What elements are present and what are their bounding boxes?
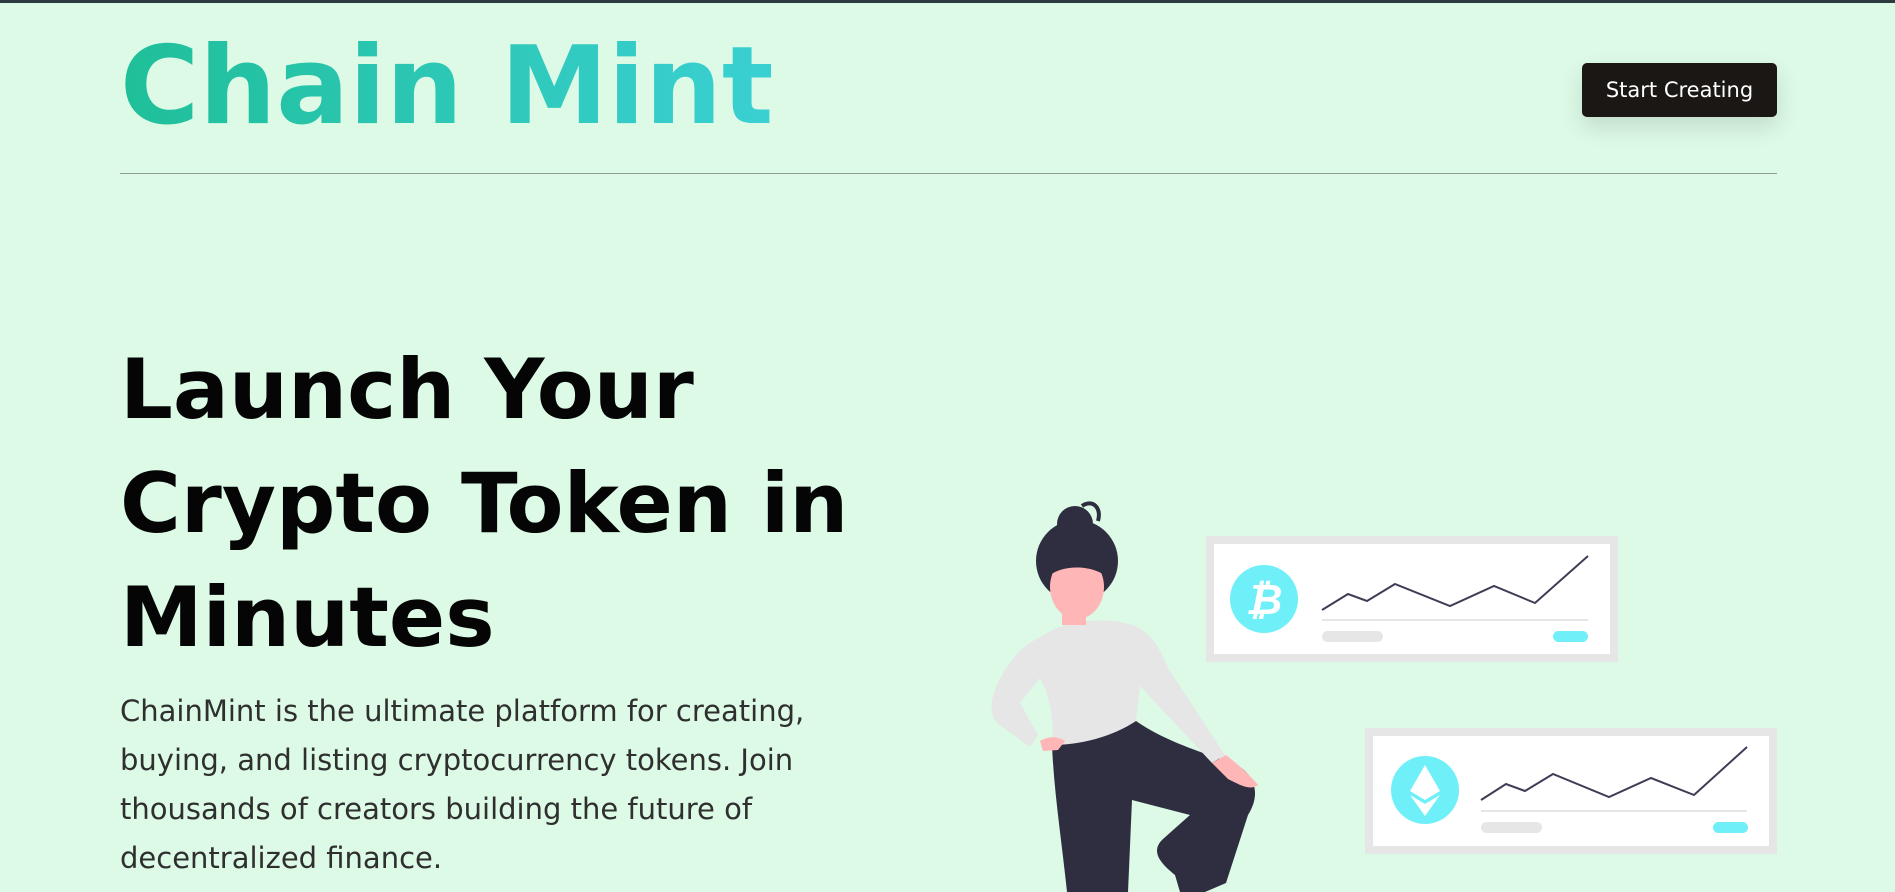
svg-text:₿: ₿ bbox=[1246, 575, 1283, 624]
bitcoin-label-placeholder bbox=[1322, 631, 1383, 642]
ethereum-chart-card bbox=[1365, 728, 1777, 854]
ethereum-label-placeholder bbox=[1481, 822, 1542, 833]
hero-illustration: ₿ bbox=[991, 501, 1777, 892]
ethereum-icon bbox=[1391, 756, 1459, 824]
bitcoin-icon: ₿ bbox=[1230, 565, 1298, 633]
ethereum-badge-placeholder bbox=[1713, 822, 1748, 833]
bitcoin-chart-card: ₿ bbox=[1206, 536, 1618, 662]
bitcoin-badge-placeholder bbox=[1553, 631, 1588, 642]
